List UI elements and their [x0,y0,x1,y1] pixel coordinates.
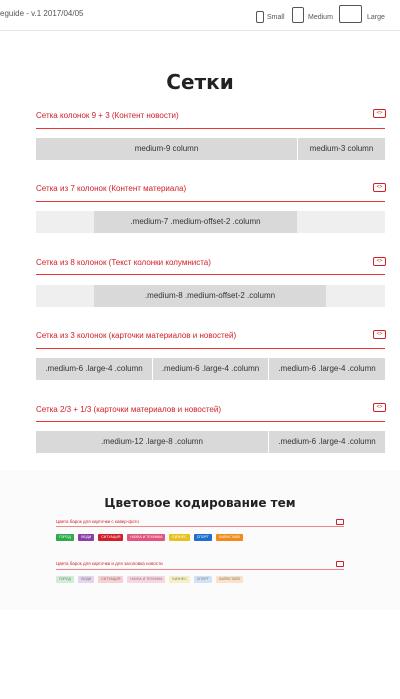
code-icon[interactable]: <> [373,109,386,118]
grid-cell: .medium-6 .large-4 .column [36,358,152,380]
code-icon[interactable] [336,561,344,567]
code-icon[interactable]: <> [373,403,386,412]
divider [56,526,344,527]
code-icon[interactable] [336,519,344,525]
topic-tag: СПОРТ [193,576,212,583]
divider [36,421,385,422]
tag-group-title: Цвета барок для карточки и для заголовка… [56,561,163,566]
topic-tag: СИТУАЦИЯ [98,534,124,541]
grid-cell: .medium-8 .medium-offset-2 .column [94,285,326,307]
divider [36,201,385,202]
divider [36,348,385,349]
topic-tag: НАУКА И ТЕХНИКА [127,576,166,583]
tag-list: ГОРОД ЛЮДИ СИТУАЦИЯ НАУКА И ТЕХНИКА БИЗН… [56,534,244,541]
page-title: Сетки [166,70,234,94]
topic-tag: БИЗНЕС [169,576,190,583]
section-title: Сетка 2/3 + 1/3 (карточки материалов и н… [36,405,221,414]
grid-cell: .medium-7 .medium-offset-2 .column [94,211,297,233]
grid-row: .medium-12 .large-8 .column .medium-6 .l… [36,431,385,453]
color-coding-title: Цветовое кодирование тем [104,496,296,510]
grid-cell: .medium-6 .large-4 .column [268,431,385,453]
version-label: eguide - v.1 2017/04/05 [0,9,84,18]
section-title: Сетка из 3 колонок (карточки материалов … [36,331,237,340]
top-bar: eguide - v.1 2017/04/05 Small Medium Lar… [0,0,400,31]
topic-tag: ЛЮДИ [77,534,95,541]
device-large-label[interactable]: Large [367,14,385,21]
divider [56,569,344,570]
grid-row: medium-9 column medium-3 column [36,138,385,160]
grid-cell: .medium-12 .large-8 .column [36,431,268,453]
grid-row: .medium-6 .large-4 .column .medium-6 .la… [36,358,385,380]
tag-group-title: Цвета барок для карточки с кавер-фото [56,519,139,524]
topic-tag: ЛАЙФСТАЙЛ [215,576,244,583]
code-icon[interactable]: <> [373,183,386,192]
grid-cell: medium-3 column [297,138,385,160]
desktop-icon[interactable] [339,5,362,23]
section-title: Сетка из 7 колонок (Контент материала) [36,184,187,193]
code-icon[interactable]: <> [373,257,386,266]
grid-row: .medium-7 .medium-offset-2 .column [36,211,385,233]
topic-tag: НАУКА И ТЕХНИКА [127,534,166,541]
divider [36,128,385,129]
device-medium-label[interactable]: Medium [308,14,333,21]
section-title: Сетка из 8 колонок (Текст колонки колумн… [36,258,211,267]
phone-icon[interactable] [256,11,264,23]
topic-tag: СПОРТ [193,534,212,541]
topic-tag: СИТУАЦИЯ [98,576,124,583]
device-small-label[interactable]: Small [267,14,285,21]
topic-tag: ЛАЙФСТАЙЛ [215,534,244,541]
tablet-icon[interactable] [292,7,304,23]
divider [36,274,385,275]
grid-cell: medium-9 column [36,138,297,160]
topic-tag: ЛЮДИ [77,576,95,583]
code-icon[interactable]: <> [373,330,386,339]
grid-cell: .medium-6 .large-4 .column [152,358,268,380]
topic-tag: ГОРОД [56,534,74,541]
topic-tag: ГОРОД [56,576,74,583]
section-title: Сетка колонок 9 + 3 (Контент новости) [36,111,179,120]
tag-list: ГОРОД ЛЮДИ СИТУАЦИЯ НАУКА И ТЕХНИКА БИЗН… [56,576,244,583]
grid-cell: .medium-6 .large-4 .column [268,358,385,380]
grid-row: .medium-8 .medium-offset-2 .column [36,285,385,307]
topic-tag: БИЗНЕС [169,534,190,541]
